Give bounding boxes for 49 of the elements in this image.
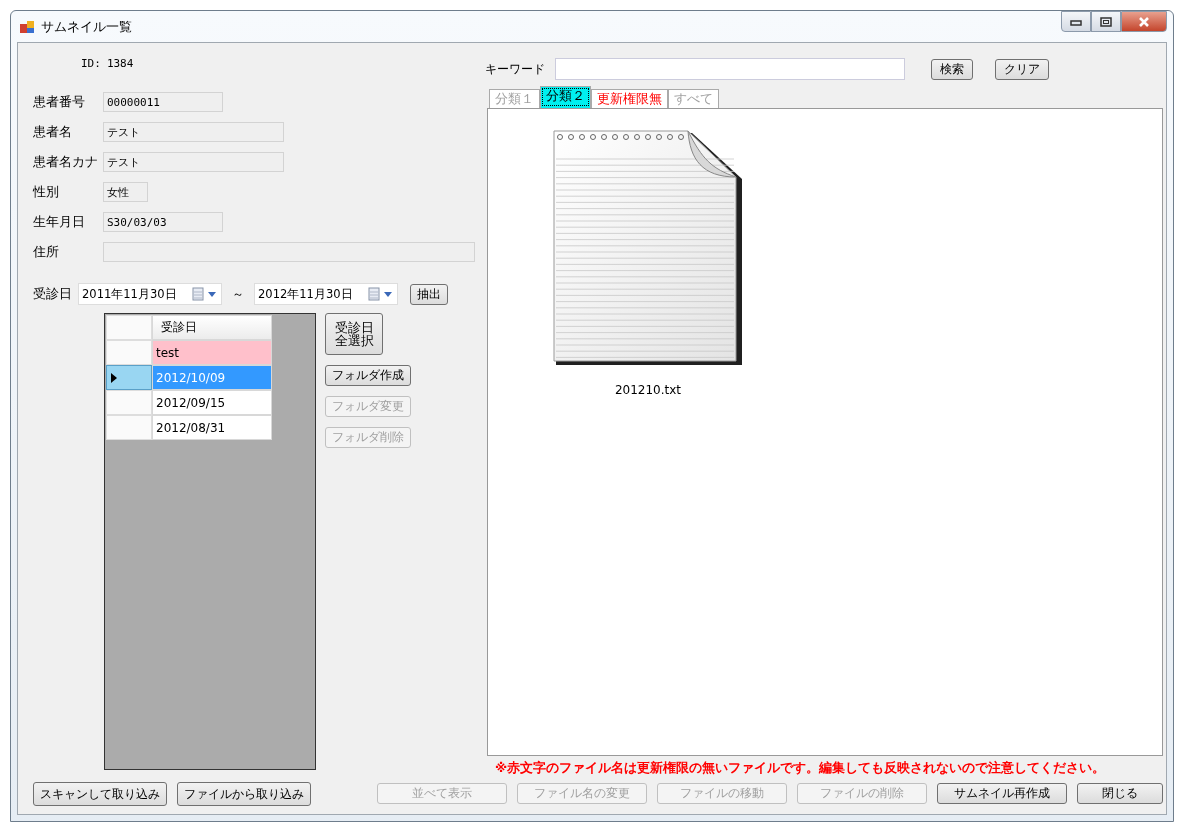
- row-header: [106, 315, 152, 340]
- action-button[interactable]: 閉じる: [1077, 782, 1163, 804]
- minimize-icon: [1070, 17, 1082, 26]
- range-separator: ～: [232, 285, 244, 303]
- extract-button[interactable]: 抽出: [410, 283, 448, 305]
- app-icon: [19, 18, 35, 35]
- id-value: 1384: [106, 57, 134, 70]
- readonly-field: テスト: [103, 122, 284, 142]
- window-title: サムネイル一覧: [41, 17, 132, 36]
- date-picker[interactable]: 2012年11月30日: [254, 283, 398, 305]
- import-button[interactable]: ファイルから取り込み: [177, 782, 311, 806]
- keyword-label: キーワード: [485, 60, 545, 78]
- close-button[interactable]: [1121, 11, 1167, 32]
- calendar-dropdown-icon: [192, 287, 218, 301]
- warning-text: ※赤文字のファイル名は更新権限の無いファイルです。編集しても反映されないので注意してください。: [494, 758, 1107, 777]
- file-name[interactable]: 201210.txt: [614, 383, 682, 397]
- field-label: 受診日: [33, 285, 72, 303]
- readonly-field: テスト: [103, 152, 284, 172]
- table-cell[interactable]: 2012/09/15: [152, 390, 272, 415]
- field-label: 患者番号: [33, 93, 86, 111]
- field-label: 生年月日: [33, 213, 86, 231]
- calendar-dropdown-icon: [368, 287, 394, 301]
- action-button[interactable]: サムネイル再作成: [937, 782, 1067, 804]
- tab[interactable]: 分類２: [540, 86, 591, 108]
- table-cell[interactable]: test: [152, 340, 272, 365]
- tab[interactable]: 更新権限無: [591, 89, 668, 108]
- field-label: 住所: [33, 243, 60, 261]
- close-icon: [1138, 16, 1150, 27]
- field-label: 患者名: [33, 123, 73, 141]
- keyword-field[interactable]: [555, 58, 905, 80]
- readonly-field: 女性: [103, 182, 148, 202]
- import-button[interactable]: スキャンして取り込み: [33, 782, 167, 806]
- clear-button[interactable]: クリア: [995, 58, 1049, 80]
- row-header[interactable]: [106, 365, 152, 390]
- id-label: ID:: [81, 57, 101, 70]
- maximize-icon: [1100, 16, 1112, 27]
- maximize-button[interactable]: [1091, 11, 1121, 32]
- search-button[interactable]: 検索: [931, 58, 973, 80]
- date-picker[interactable]: 2011年11月30日: [78, 283, 222, 305]
- current-row-icon: [111, 372, 117, 383]
- folder-button[interactable]: フォルダ作成: [325, 365, 411, 386]
- table-cell[interactable]: 2012/08/31: [152, 415, 272, 440]
- field-label: 患者名カナ: [33, 153, 99, 171]
- minimize-button[interactable]: [1061, 11, 1091, 32]
- column-header[interactable]: 受診日: [152, 315, 272, 340]
- readonly-field: S30/03/03: [103, 212, 223, 232]
- readonly-field: 00000011: [103, 92, 223, 112]
- folder-button[interactable]: 受診日全選択: [325, 313, 383, 355]
- field-label: 性別: [33, 183, 60, 201]
